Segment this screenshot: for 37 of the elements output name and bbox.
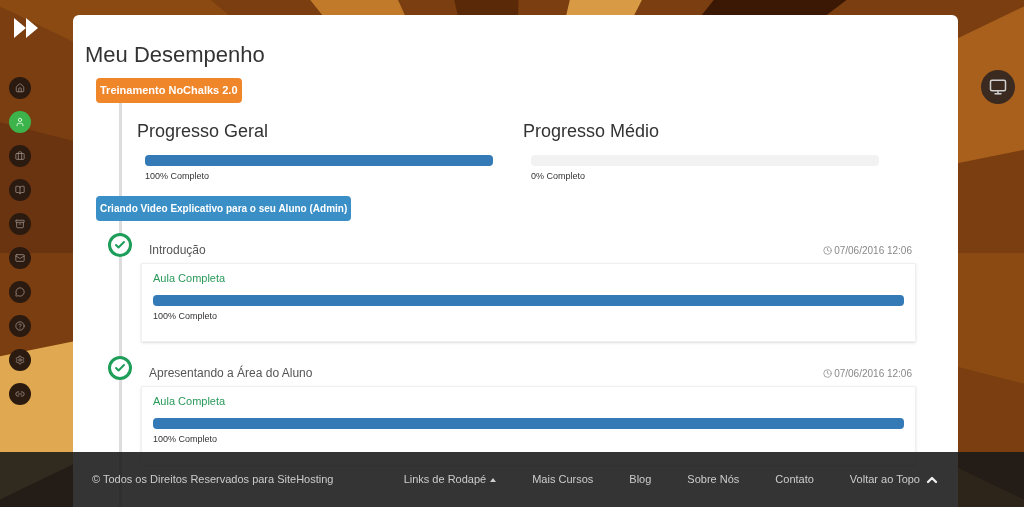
briefcase-icon <box>15 151 25 161</box>
book-icon <box>15 185 25 195</box>
lesson-date: 07/06/2016 12:06 <box>823 242 912 258</box>
caret-icon <box>490 477 497 482</box>
module-badge: Criando Video Explicativo para o seu Aluno (Admin) <box>96 196 352 221</box>
footer-link[interactable]: Voltar ao Topo <box>849 471 940 488</box>
copyright-text: © Todos os Direitos Reservados para SiteHosting <box>92 472 334 488</box>
progress-caption: 100% Completo <box>153 432 219 446</box>
user-icon <box>15 117 25 127</box>
home-icon <box>15 83 25 93</box>
progress-title: Progresso Médio <box>523 119 661 143</box>
footer-link[interactable]: Mais Cursos <box>532 471 594 488</box>
progress-caption: 100% Completo <box>145 169 211 183</box>
archive-icon <box>15 219 25 229</box>
lesson-date: 07/06/2016 12:06 <box>823 365 912 381</box>
footer-link[interactable]: Sobre Nós <box>687 471 740 488</box>
lesson-title: Introdução <box>149 242 206 259</box>
progress-caption: 100% Completo <box>153 309 219 323</box>
lesson-status: Aula Completa <box>153 271 227 286</box>
link-icon <box>15 389 25 399</box>
clock-icon <box>823 368 833 378</box>
lesson-title: Apresentando a Área do Aluno <box>149 364 313 382</box>
settings-icon <box>15 355 25 365</box>
help-icon <box>15 321 25 331</box>
progress-title: Progresso Geral <box>137 119 270 143</box>
footer-link[interactable]: Blog <box>629 471 652 488</box>
lesson-status: Aula Completa <box>153 394 227 409</box>
footer-link[interactable]: Links de Rodapé <box>403 471 497 488</box>
chat-icon <box>15 287 25 297</box>
progress-caption: 0% Completo <box>531 169 587 183</box>
course-badge: Treinamento NoChalks 2.0 <box>96 78 242 103</box>
mail-icon <box>15 253 25 263</box>
footer-link[interactable]: Contato <box>775 471 814 488</box>
monitor-icon <box>989 78 1007 96</box>
fast-forward-icon[interactable] <box>14 18 38 38</box>
page-title: Meu Desempenho <box>85 41 266 69</box>
clock-icon <box>823 245 833 255</box>
